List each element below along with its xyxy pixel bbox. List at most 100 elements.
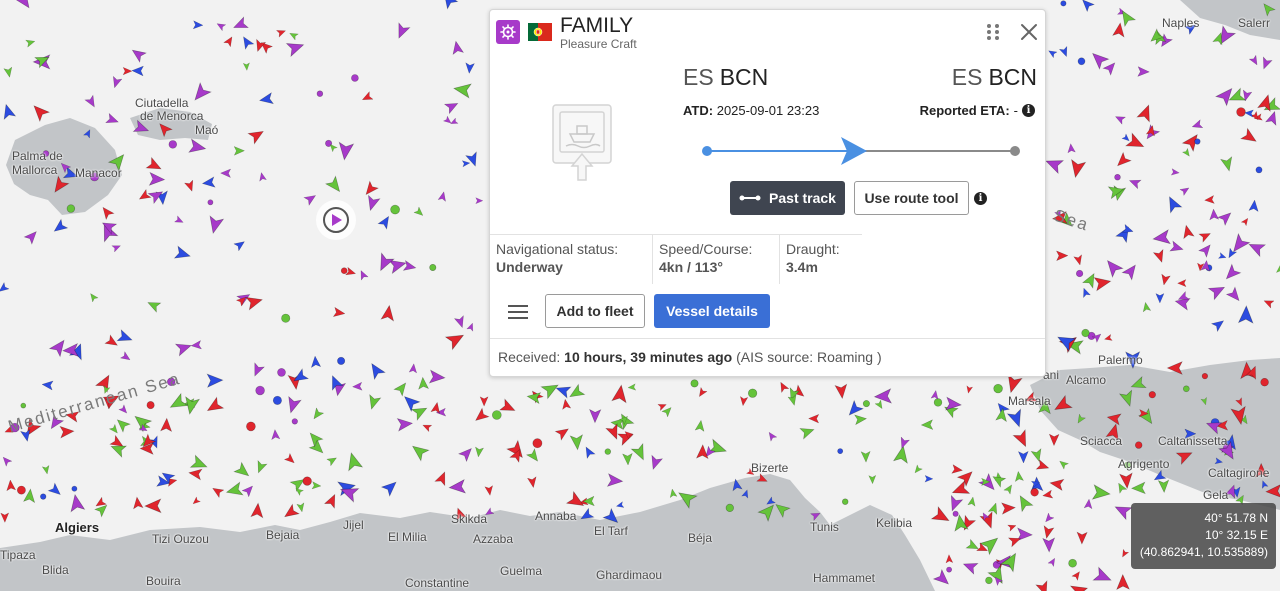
- eta-value: -: [1013, 103, 1018, 118]
- place-label-palma: Palma de: [12, 149, 63, 163]
- vessel-marker[interactable]: [277, 368, 286, 377]
- vessel-marker[interactable]: [1255, 166, 1263, 174]
- vessel-marker[interactable]: [207, 199, 214, 206]
- received-footer: Received: 10 hours, 39 minutes ago (AIS …: [490, 338, 1045, 376]
- place-label-guelma: Guelma: [500, 564, 543, 578]
- vessel-marker[interactable]: [933, 398, 943, 407]
- route-tool-info-icon[interactable]: i: [974, 192, 987, 205]
- place-label-naples: Naples: [1162, 16, 1200, 30]
- place-label-menorca: de Menorca: [140, 109, 204, 123]
- place-label-salerno: Salerr: [1238, 16, 1271, 30]
- vessel-details-button[interactable]: Vessel details: [654, 294, 770, 328]
- vessel-marker[interactable]: [66, 204, 76, 213]
- vessel-marker[interactable]: [340, 267, 348, 275]
- place-label-bejaia: Bejaia: [266, 528, 300, 542]
- vessel-marker[interactable]: [255, 385, 265, 396]
- vessel-marker[interactable]: [725, 503, 734, 513]
- received-value: 10 hours, 39 minutes ago: [564, 349, 733, 365]
- vessel-marker[interactable]: [952, 510, 959, 517]
- vessel-marker[interactable]: [1075, 269, 1084, 278]
- vessel-marker[interactable]: [20, 402, 27, 409]
- route-tool-button[interactable]: Use route tool: [854, 181, 969, 215]
- close-button[interactable]: [1017, 20, 1041, 44]
- vessel-marker[interactable]: [302, 476, 312, 486]
- place-label-tipaza: Tipaza: [0, 548, 36, 562]
- vessel-marker[interactable]: [604, 448, 611, 455]
- vessel-marker[interactable]: [862, 400, 870, 408]
- vessel-marker[interactable]: [1068, 558, 1077, 568]
- selected-vessel-marker[interactable]: [316, 200, 356, 240]
- place-label-elmilia: El Milia: [388, 530, 427, 544]
- arrival-port[interactable]: ES BCN: [952, 64, 1037, 91]
- vessel-marker[interactable]: [272, 395, 282, 405]
- vessel-marker[interactable]: [246, 421, 256, 432]
- vessel-marker[interactable]: [1201, 373, 1208, 380]
- place-label-constantine: Constantine: [405, 576, 470, 590]
- coord-lon: 10° 32.15 E: [1205, 528, 1268, 542]
- vessel-marker[interactable]: [146, 401, 155, 410]
- stat-label: Navigational status:: [496, 241, 619, 257]
- vessel-marker[interactable]: [291, 418, 298, 425]
- vessel-marker[interactable]: [747, 388, 758, 398]
- place-label-skikda: Skikda: [451, 512, 488, 526]
- vessel-marker[interactable]: [16, 485, 26, 495]
- vessel-marker[interactable]: [1194, 138, 1201, 145]
- vessel-marker[interactable]: [168, 140, 178, 149]
- vessel-marker[interactable]: [491, 410, 502, 420]
- vessel-marker[interactable]: [1060, 0, 1067, 7]
- coord-decimal: (40.862941, 10.535889): [1139, 545, 1268, 559]
- vessel-marker[interactable]: [1030, 488, 1039, 497]
- vessel-marker[interactable]: [1260, 378, 1269, 387]
- place-label-caltanissetta: Caltanissetta: [1158, 434, 1228, 448]
- atd-row: ATD: 2025-09-01 23:23: [683, 103, 819, 118]
- vessel-marker[interactable]: [946, 566, 952, 573]
- place-label-marsala: Marsala: [1008, 394, 1051, 408]
- vessel-marker[interactable]: [1134, 441, 1143, 449]
- stat-draught: Draught: 3.4m: [780, 234, 862, 284]
- place-label-palermo: Palermo: [1098, 353, 1143, 367]
- vessel-marker[interactable]: [841, 498, 849, 505]
- menu-icon[interactable]: [507, 304, 529, 320]
- vessel-marker[interactable]: [1183, 385, 1190, 393]
- vessel-marker[interactable]: [1077, 57, 1086, 66]
- stat-value: Underway: [496, 259, 563, 275]
- vessel-marker[interactable]: [993, 383, 1003, 394]
- vessel-marker[interactable]: [429, 263, 437, 271]
- place-label-bizerte: Bizerte: [751, 461, 789, 475]
- place-label-blida: Blida: [42, 563, 69, 577]
- eta-info-icon[interactable]: i: [1022, 104, 1035, 117]
- vessel-marker[interactable]: [316, 90, 324, 97]
- place-label-manacor: Manacor: [75, 166, 122, 180]
- vessel-marker[interactable]: [390, 204, 400, 215]
- vessel-marker[interactable]: [1114, 174, 1121, 181]
- vessel-marker[interactable]: [837, 448, 844, 454]
- vessel-marker[interactable]: [1148, 391, 1156, 399]
- vessel-marker[interactable]: [351, 74, 359, 82]
- vessel-marker[interactable]: [1081, 328, 1090, 338]
- ais-source: (AIS source: Roaming ): [736, 349, 882, 365]
- vessel-marker[interactable]: [337, 356, 346, 365]
- place-label-tunis: Tunis: [810, 520, 839, 534]
- place-label-hammamet: Hammamet: [813, 571, 876, 585]
- vessel-marker[interactable]: [985, 576, 993, 585]
- vessel-marker[interactable]: [71, 485, 78, 492]
- arrival-country: ES: [951, 64, 983, 90]
- vessel-marker[interactable]: [690, 379, 699, 388]
- departure-port[interactable]: ES BCN: [683, 64, 768, 91]
- place-label-azzaba: Azzaba: [473, 532, 514, 546]
- past-track-label: Past track: [769, 190, 836, 206]
- place-label-mao: Maó: [195, 123, 219, 137]
- vessel-marker[interactable]: [532, 438, 543, 449]
- vessel-marker[interactable]: [1236, 107, 1246, 117]
- vessel-marker[interactable]: [40, 493, 47, 500]
- place-label-kelibia: Kelibia: [876, 516, 913, 530]
- past-track-button[interactable]: Past track: [730, 181, 845, 215]
- place-label-bouira: Bouira: [146, 574, 181, 588]
- departure-country: ES: [683, 64, 714, 90]
- place-label-algiers: Algiers: [55, 520, 100, 535]
- drag-handle-icon[interactable]: [986, 22, 1000, 42]
- add-to-fleet-button[interactable]: Add to fleet: [545, 294, 645, 328]
- vessel-type: Pleasure Craft: [560, 37, 637, 51]
- vessel-marker[interactable]: [281, 313, 291, 323]
- stat-nav-status: Navigational status: Underway: [490, 234, 653, 284]
